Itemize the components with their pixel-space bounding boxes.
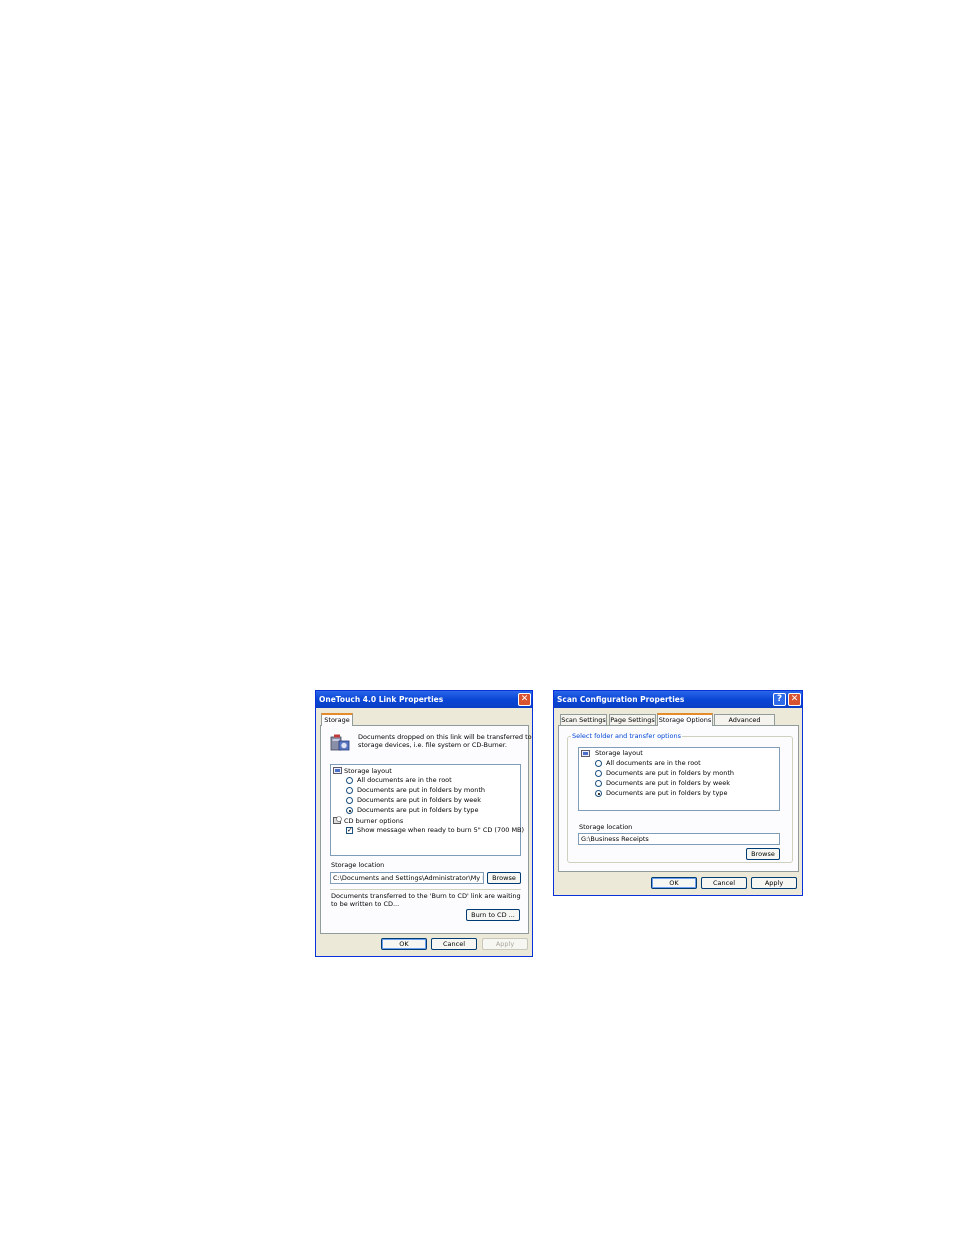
options-tree: Storage layout All documents are in the …	[330, 764, 525, 856]
storage-layout-label: Storage layout	[595, 749, 643, 757]
storage-options-panel: Select folder and transfer options Stora…	[558, 725, 799, 872]
storage-location-input[interactable]: C:\Documents and Settings\Administrator\…	[330, 872, 484, 884]
radio-week[interactable]	[595, 780, 602, 787]
scan-configuration-properties-dialog: Scan Configuration Properties ? ✕ Scan S…	[553, 690, 803, 896]
tab-storage-options[interactable]: Storage Options	[657, 713, 713, 726]
option-label: Documents are put in folders by type	[606, 789, 728, 797]
description-text: Documents dropped on this link will be t…	[358, 733, 532, 749]
burn-to-cd-button[interactable]: Burn to CD ...	[466, 909, 520, 921]
option-label: Documents are put in folders by week	[357, 796, 481, 804]
group-label: Select folder and transfer options	[571, 732, 683, 740]
dialog-title: Scan Configuration Properties	[554, 691, 802, 708]
radio-type[interactable]	[595, 790, 602, 797]
onetouch-link-properties-dialog: OneTouch 4.0 Link Properties ✕ Storage D…	[315, 690, 533, 957]
radio-root[interactable]	[595, 760, 602, 767]
browse-button[interactable]: Browse	[746, 848, 780, 860]
radio-root[interactable]	[346, 777, 353, 784]
ok-button[interactable]: OK	[381, 938, 427, 950]
storage-layout-icon	[333, 767, 342, 774]
option-label: Documents are put in folders by month	[606, 769, 735, 777]
radio-type[interactable]	[346, 807, 353, 814]
option-label: All documents are in the root	[606, 759, 701, 767]
help-icon[interactable]: ?	[773, 693, 786, 706]
option-label: Documents are put in folders by month	[357, 786, 486, 794]
storage-location-input[interactable]: G:\Business Receipts	[578, 833, 780, 845]
cd-message-checkbox[interactable]: ✓	[346, 827, 353, 834]
storage-layout-label: Storage layout	[344, 767, 392, 775]
storage-location-label: Storage location	[579, 823, 633, 831]
burn-note-text: Documents transferred to the 'Burn to CD…	[331, 892, 521, 908]
storage-layout-icon	[581, 750, 590, 757]
cd-message-label: Show message when ready to burn 5" CD (7…	[357, 826, 525, 834]
storage-devices-icon	[330, 734, 350, 751]
radio-month[interactable]	[595, 770, 602, 777]
cd-burner-icon	[333, 816, 342, 824]
option-label: All documents are in the root	[357, 776, 452, 784]
dialog-title: OneTouch 4.0 Link Properties	[316, 691, 532, 708]
close-icon[interactable]: ✕	[788, 693, 801, 706]
cancel-button[interactable]: Cancel	[431, 938, 477, 950]
apply-button[interactable]: Apply	[751, 877, 797, 889]
cancel-button[interactable]: Cancel	[701, 877, 747, 889]
cd-burner-label: CD burner options	[344, 817, 404, 825]
radio-week[interactable]	[346, 797, 353, 804]
storage-location-label: Storage location	[331, 861, 385, 869]
radio-month[interactable]	[346, 787, 353, 794]
option-label: Documents are put in folders by week	[606, 779, 730, 787]
tab-storage[interactable]: Storage	[321, 713, 353, 726]
option-label: Documents are put in folders by type	[357, 806, 479, 814]
apply-button[interactable]: Apply	[482, 938, 528, 950]
close-icon[interactable]: ✕	[518, 693, 531, 706]
storage-tab-panel: Documents dropped on this link will be t…	[320, 725, 532, 934]
divider	[330, 889, 521, 890]
browse-button[interactable]: Browse	[487, 872, 521, 884]
ok-button[interactable]: OK	[651, 877, 697, 889]
options-tree: Storage layout All documents are in the …	[578, 747, 780, 811]
